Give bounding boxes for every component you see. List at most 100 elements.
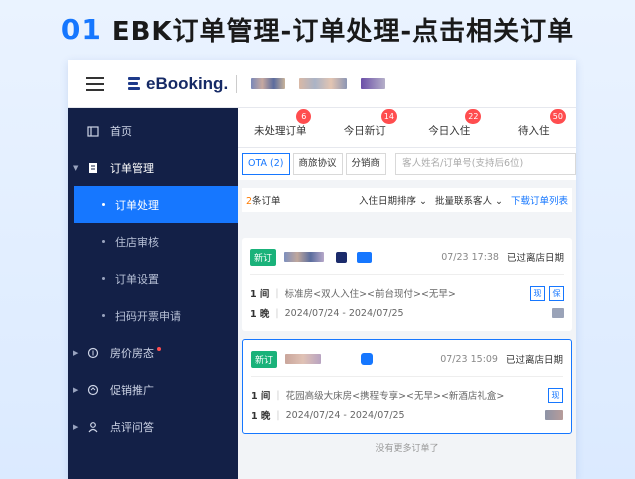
sidebar-item-label: 扫码开票申请 <box>115 309 181 323</box>
list-footer: 没有更多订单了 <box>375 444 439 454</box>
caret-right-icon: ▶ <box>73 348 79 357</box>
caret-right-icon: ▶ <box>73 422 79 431</box>
sidebar-item-order-settings[interactable]: 订单设置 <box>68 260 238 297</box>
main-panel: 未处理订单 6 今日新订 14 今日入住 22 待入住 50 OTA (2) 商… <box>238 108 576 479</box>
blurred-info <box>545 410 563 420</box>
order-status: 已过离店日期 <box>506 253 564 264</box>
tab-unprocessed[interactable]: 未处理订单 6 <box>238 109 323 147</box>
divider <box>251 376 563 377</box>
bulk-contact-dropdown[interactable]: 批量联系客人 ⌄ <box>435 193 503 207</box>
download-orders-link[interactable]: 下载订单列表 <box>511 193 568 207</box>
sidebar-item-order-processing[interactable]: 订单处理 <box>74 186 238 223</box>
caret-down-icon: ▼ <box>73 163 79 172</box>
sidebar-item-reviews[interactable]: ▶ 点评问答 <box>68 408 238 445</box>
tab-label: 今日入住 <box>428 125 471 137</box>
sidebar-item-invoice[interactable]: 扫码开票申请 <box>68 297 238 334</box>
sort-label: 入住日期排序 <box>358 196 416 207</box>
hamburger-icon[interactable] <box>86 76 104 91</box>
blurred-avatar <box>361 78 386 89</box>
heading-title: EBK订单管理-订单处理-点击相关订单 <box>111 16 575 47</box>
bullet <box>102 240 105 243</box>
order-status: 已过离店日期 <box>505 355 563 366</box>
sidebar-item-home[interactable]: 首页 <box>68 112 238 149</box>
sidebar-item-label: 促销推广 <box>110 383 154 397</box>
separator: | <box>276 389 280 401</box>
separator: | <box>275 307 279 319</box>
tab-today-new[interactable]: 今日新订 14 <box>323 109 408 147</box>
room-description: 标准房<双人入住><前台现付><无早> <box>284 289 456 300</box>
stay-dates: 2024/07/24 - 2024/07/25 <box>284 307 404 319</box>
separator: | <box>275 287 279 299</box>
caret-right-icon: ▶ <box>73 385 79 394</box>
document-icon <box>86 161 100 175</box>
order-tabs: 未处理订单 6 今日新订 14 今日入住 22 待入住 50 <box>238 108 576 148</box>
filter-agreement-button[interactable]: 商旅协议 <box>292 153 343 175</box>
ebooking-logo-icon <box>126 75 144 93</box>
order-time: 07/23 17:38 <box>441 251 499 263</box>
top-bar: eBooking. <box>68 60 576 108</box>
sidebar-item-label: 订单处理 <box>115 198 159 212</box>
bullet <box>102 277 105 280</box>
room-count: 1 间 <box>251 391 271 402</box>
new-order-tag: 新订 <box>251 350 278 368</box>
promotion-icon <box>86 383 100 397</box>
sidebar-item-label: 订单管理 <box>110 161 154 175</box>
filter-distributor-button[interactable]: 分销商 <box>345 153 387 175</box>
bulk-label: 批量联系客人 <box>434 196 492 207</box>
blurred-info <box>552 308 564 318</box>
separator: | <box>276 409 280 421</box>
order-card[interactable]: 新订 07/23 17:38 已过离店日期 1 间 | 标准房<双人入住><前台现… <box>242 238 572 331</box>
room-count: 1 间 <box>250 289 270 300</box>
stay-dates: 2024/07/24 - 2024/07/25 <box>285 409 405 421</box>
blurred-guest-name <box>284 252 325 262</box>
sidebar-item-label: 房价房态 <box>110 346 154 360</box>
filter-ota-button[interactable]: OTA (2) <box>242 153 290 175</box>
sidebar-item-promotion[interactable]: ▶ 促销推广 <box>68 371 238 408</box>
order-time: 07/23 15:09 <box>440 353 498 365</box>
refresh-channel-icon <box>361 353 374 365</box>
sidebar-item-label: 住店审核 <box>115 235 159 249</box>
tab-today-checkin[interactable]: 今日入住 22 <box>407 109 492 147</box>
blurred-hotel-name <box>251 78 286 89</box>
bullet <box>102 314 105 317</box>
divider <box>236 74 238 93</box>
new-order-tag: 新订 <box>250 248 277 266</box>
count-badge: 50 <box>549 109 566 124</box>
room-price-icon <box>86 346 100 360</box>
tab-label: 今日新订 <box>343 125 386 137</box>
room-description: 花园高级大床房<携程专享><无早><新酒店礼盒> <box>285 391 505 402</box>
app-window: eBooking. 首页 ▼ 订单管理 订单处理 住店审核 订单设置 扫码开票申… <box>68 60 576 479</box>
tab-pending-checkin[interactable]: 待入住 50 <box>492 109 577 147</box>
order-count-label: 条订单 <box>252 196 281 207</box>
guarantee-tag[interactable]: 保 <box>549 285 564 301</box>
night-count: 1 晚 <box>250 309 270 320</box>
order-card-selected[interactable]: 新订 07/23 15:09 已过离店日期 1 间 | 花园高级大床房<携程专享>… <box>242 339 572 434</box>
count-badge: 6 <box>296 109 312 124</box>
chevron-down-icon: ⌄ <box>495 196 503 207</box>
ebooking-logo[interactable]: eBooking. <box>126 74 228 94</box>
home-icon <box>86 124 100 138</box>
brand-name: eBooking. <box>146 73 229 93</box>
sort-dropdown[interactable]: 入住日期排序 ⌄ <box>359 193 427 207</box>
sidebar-item-label: 订单设置 <box>115 272 159 286</box>
count-badge: 14 <box>380 109 397 124</box>
sidebar-item-stay-review[interactable]: 住店审核 <box>68 223 238 260</box>
sidebar-item-room-price[interactable]: ▶ 房价房态 <box>68 334 238 371</box>
night-count: 1 晚 <box>251 411 271 422</box>
chevron-down-icon: ⌄ <box>419 196 427 207</box>
notification-dot <box>157 346 161 351</box>
heading-number: 01 <box>60 12 102 46</box>
page-heading: 01 EBK订单管理-订单处理-点击相关订单 <box>0 0 635 58</box>
payment-tag[interactable]: 现 <box>548 387 563 403</box>
order-count: 2条订单 <box>246 193 281 207</box>
review-icon <box>86 420 100 434</box>
tab-label: 待入住 <box>518 125 550 137</box>
search-input[interactable]: 客人姓名/订单号(支持后6位) <box>395 153 576 175</box>
payment-tag[interactable]: 现 <box>530 285 545 301</box>
sidebar-item-label: 点评问答 <box>110 420 154 434</box>
divider <box>250 274 564 275</box>
trip-logo-icon <box>357 251 373 263</box>
filter-bar: OTA (2) 商旅协议 分销商 客人姓名/订单号(支持后6位) <box>238 148 576 180</box>
sidebar-item-order-management[interactable]: ▼ 订单管理 <box>68 149 238 186</box>
tab-label: 未处理订单 <box>254 125 307 137</box>
